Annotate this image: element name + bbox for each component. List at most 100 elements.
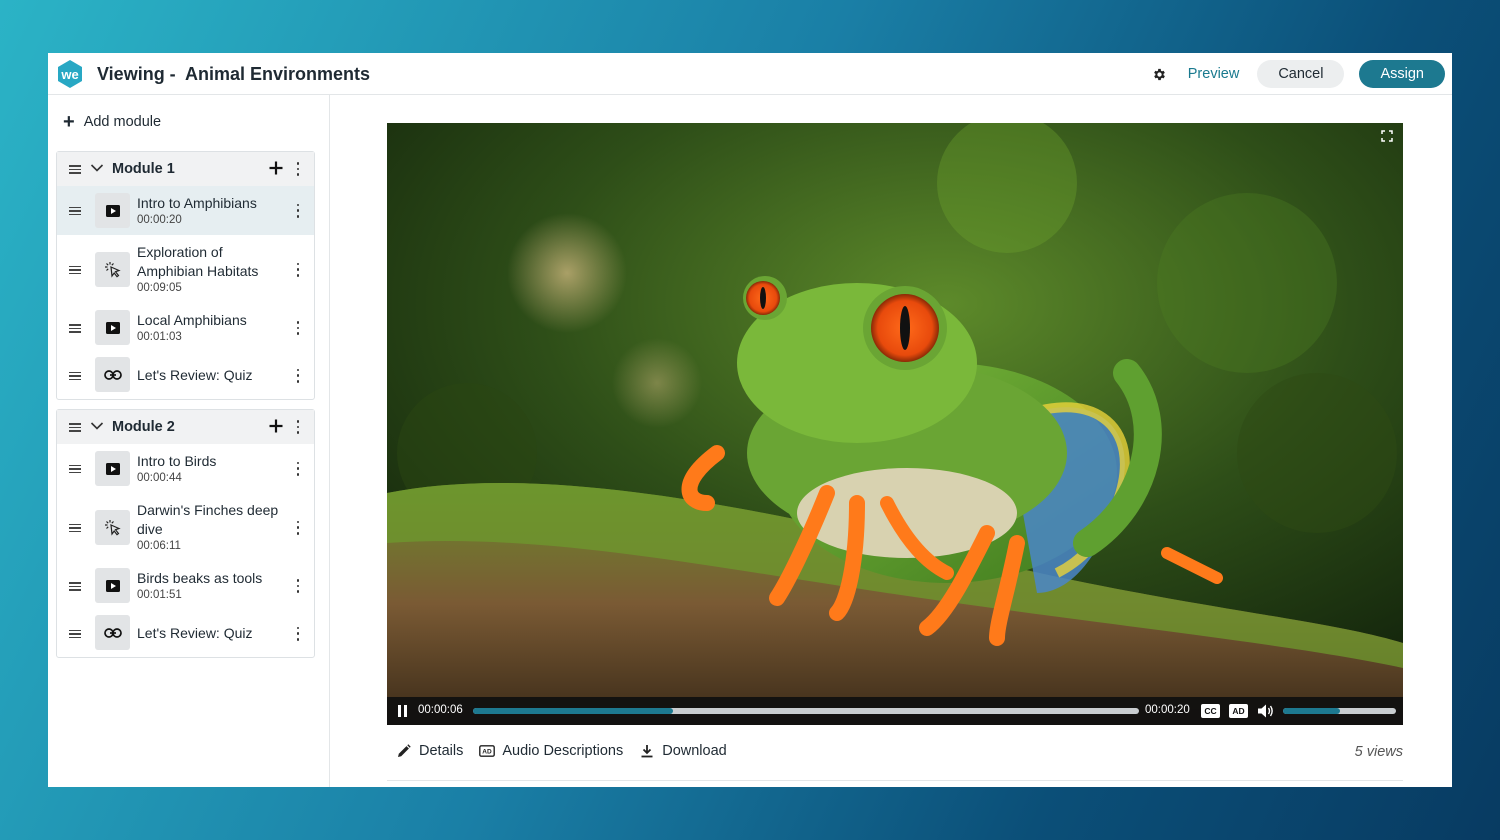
svg-text:we: we xyxy=(60,67,78,82)
volume-slider[interactable] xyxy=(1283,708,1396,714)
list-item[interactable]: Birds beaks as tools 00:01:51 xyxy=(57,562,314,610)
video-player[interactable]: 00:00:06 00:00:20 CC AD xyxy=(387,123,1403,725)
item-menu-kebab-icon[interactable] xyxy=(295,626,301,641)
module-menu-kebab-icon[interactable] xyxy=(295,420,301,434)
drag-handle-icon[interactable] xyxy=(69,324,81,333)
drag-handle-icon[interactable] xyxy=(69,165,81,174)
plus-icon: + xyxy=(63,111,75,133)
pause-icon[interactable] xyxy=(398,705,407,717)
list-item[interactable]: Let's Review: Quiz xyxy=(57,610,314,657)
drag-handle-icon[interactable] xyxy=(69,206,81,216)
drag-handle-icon[interactable] xyxy=(69,629,81,639)
list-item[interactable]: Darwin's Finches deep dive 00:06:11 xyxy=(57,493,314,562)
item-title: Let's Review: Quiz xyxy=(137,625,253,641)
preview-button[interactable]: Preview xyxy=(1188,66,1240,82)
drag-handle-icon[interactable] xyxy=(69,523,81,533)
link-icon xyxy=(95,357,130,392)
item-duration: 00:06:11 xyxy=(137,540,181,552)
drag-handle-icon[interactable] xyxy=(69,582,81,591)
item-duration: 00:00:20 xyxy=(137,214,182,226)
item-title: Birds beaks as tools xyxy=(137,570,263,586)
drag-handle-icon[interactable] xyxy=(69,423,81,432)
video-icon xyxy=(95,568,130,603)
video-icon xyxy=(95,451,130,486)
view-count: 5 views xyxy=(1354,744,1403,760)
module-header: Module 1 xyxy=(57,152,314,186)
player-controls: 00:00:06 00:00:20 CC AD xyxy=(387,697,1403,725)
item-title: Local Amphibians xyxy=(137,312,247,328)
volume-fill xyxy=(1283,708,1340,714)
item-title: Let's Review: Quiz xyxy=(137,367,253,383)
chevron-down-icon[interactable] xyxy=(90,421,104,431)
divider xyxy=(387,780,1403,781)
item-menu-kebab-icon[interactable] xyxy=(295,461,301,476)
module-title: Module 2 xyxy=(112,419,175,435)
current-time: 00:00:06 xyxy=(418,704,463,716)
add-item-plus-icon[interactable] xyxy=(268,418,284,434)
item-duration: 00:01:51 xyxy=(137,589,182,601)
video-icon xyxy=(95,193,130,228)
module-menu-kebab-icon[interactable] xyxy=(295,162,301,176)
add-item-plus-icon[interactable] xyxy=(268,160,284,176)
pencil-icon xyxy=(396,743,412,759)
item-duration: 00:00:44 xyxy=(137,472,182,484)
video-actions: Details AD Audio Descriptions Download xyxy=(396,743,743,759)
module-header: Module 2 xyxy=(57,410,314,444)
audio-descriptions-label: Audio Descriptions xyxy=(502,743,624,759)
chevron-down-icon[interactable] xyxy=(90,163,104,173)
link-icon xyxy=(95,615,130,650)
top-bar: we Viewing - Animal Environments Preview… xyxy=(48,53,1452,95)
progress-fill xyxy=(473,708,673,714)
app-window: we Viewing - Animal Environments Preview… xyxy=(48,53,1452,787)
item-title: Intro to Amphibians xyxy=(137,195,257,211)
module-card: Module 1 Intro to Amphibians 00:00:20 Ex… xyxy=(56,151,315,400)
frog-video-frame xyxy=(387,123,1403,725)
item-menu-kebab-icon[interactable] xyxy=(295,321,301,335)
item-duration: 00:09:05 xyxy=(137,282,182,294)
download-icon xyxy=(639,743,655,759)
download-button[interactable]: Download xyxy=(639,743,727,759)
header-actions: Preview Cancel Assign xyxy=(1152,60,1445,88)
details-button[interactable]: Details xyxy=(396,743,463,759)
module-card: Module 2 Intro to Birds 00:00:44 Darwin'… xyxy=(56,409,315,658)
add-module-label: Add module xyxy=(83,114,162,130)
list-item[interactable]: Intro to Birds 00:00:44 xyxy=(57,444,314,493)
list-item[interactable]: Let's Review: Quiz xyxy=(57,352,314,399)
audio-descriptions-button[interactable]: AD Audio Descriptions xyxy=(479,743,623,759)
item-menu-kebab-icon[interactable] xyxy=(295,579,301,593)
item-title: Intro to Birds xyxy=(137,453,217,469)
interactive-cursor-icon xyxy=(95,510,130,545)
list-item[interactable]: Intro to Amphibians 00:00:20 xyxy=(57,186,314,235)
download-label: Download xyxy=(662,743,727,759)
settings-gear-icon[interactable] xyxy=(1152,66,1168,82)
audio-description-icon: AD xyxy=(479,743,496,759)
item-menu-kebab-icon[interactable] xyxy=(295,262,301,277)
add-module-button[interactable]: + Add module xyxy=(63,111,162,133)
video-icon xyxy=(95,310,130,345)
module-title: Module 1 xyxy=(112,161,175,177)
progress-bar[interactable] xyxy=(473,708,1139,714)
item-menu-kebab-icon[interactable] xyxy=(295,520,301,535)
fullscreen-icon[interactable] xyxy=(1381,130,1393,142)
drag-handle-icon[interactable] xyxy=(69,265,81,275)
total-time: 00:00:20 xyxy=(1145,704,1190,716)
item-menu-kebab-icon[interactable] xyxy=(295,203,301,218)
details-label: Details xyxy=(419,743,464,759)
closed-captions-button[interactable]: CC xyxy=(1201,704,1220,718)
interactive-cursor-icon xyxy=(95,252,130,287)
item-title: Exploration of Amphibian Habitats xyxy=(137,244,259,279)
drag-handle-icon[interactable] xyxy=(69,464,81,474)
volume-icon[interactable] xyxy=(1257,703,1274,719)
item-duration: 00:01:03 xyxy=(137,331,182,343)
list-item[interactable]: Exploration of Amphibian Habitats 00:09:… xyxy=(57,235,314,304)
cancel-button[interactable]: Cancel xyxy=(1257,60,1345,88)
assign-button[interactable]: Assign xyxy=(1359,60,1445,88)
item-title: Darwin's Finches deep dive xyxy=(137,502,279,537)
app-logo: we xyxy=(58,60,82,88)
item-menu-kebab-icon[interactable] xyxy=(295,368,301,383)
drag-handle-icon[interactable] xyxy=(69,371,81,381)
audio-description-button[interactable]: AD xyxy=(1229,704,1248,718)
list-item[interactable]: Local Amphibians 00:01:03 xyxy=(57,304,314,352)
svg-text:AD: AD xyxy=(483,749,493,756)
module-sidebar: + Add module Module 1 Intro to Amphibian… xyxy=(48,95,330,787)
